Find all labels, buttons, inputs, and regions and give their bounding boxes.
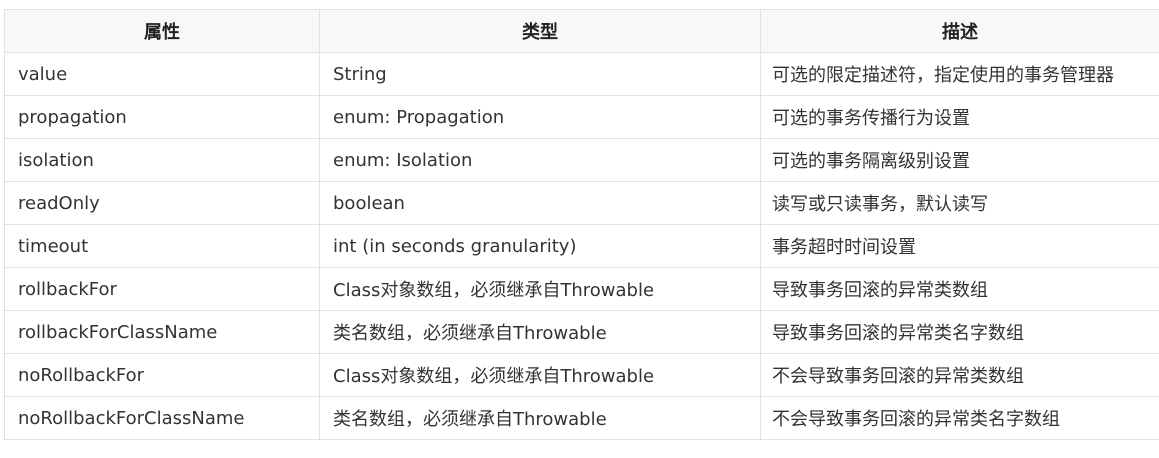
cell-description: 导致事务回滚的异常类数组 [760, 267, 1159, 311]
cell-attribute: noRollbackForClassName [4, 396, 320, 440]
table-row: readOnly boolean 读写或只读事务，默认读写 [4, 181, 1159, 225]
cell-description: 不会导致事务回滚的异常类名字数组 [760, 396, 1159, 440]
cell-description: 可选的限定描述符，指定使用的事务管理器 [760, 52, 1159, 96]
table-row: isolation enum: Isolation 可选的事务隔离级别设置 [4, 138, 1159, 182]
cell-description: 导致事务回滚的异常类名字数组 [760, 310, 1159, 354]
cell-description: 读写或只读事务，默认读写 [760, 181, 1159, 225]
cell-type: int (in seconds granularity) [319, 224, 761, 268]
header-type: 类型 [319, 9, 761, 53]
table-row: noRollbackForClassName 类名数组，必须继承自Throwab… [4, 396, 1159, 440]
cell-type: String [319, 52, 761, 96]
cell-type: 类名数组，必须继承自Throwable [319, 396, 761, 440]
cell-description: 可选的事务传播行为设置 [760, 95, 1159, 139]
cell-attribute: isolation [4, 138, 320, 182]
table-row: rollbackFor Class对象数组，必须继承自Throwable 导致事… [4, 267, 1159, 311]
cell-type: boolean [319, 181, 761, 225]
transaction-attributes-table-container: 属性 类型 描述 value String 可选的限定描述符，指定使用的事务管理… [4, 9, 1159, 440]
header-description: 描述 [760, 9, 1159, 53]
cell-description: 事务超时时间设置 [760, 224, 1159, 268]
cell-attribute: timeout [4, 224, 320, 268]
cell-description: 可选的事务隔离级别设置 [760, 138, 1159, 182]
table-row: rollbackForClassName 类名数组，必须继承自Throwable… [4, 310, 1159, 354]
header-row: 属性 类型 描述 [4, 9, 1159, 53]
table-row: timeout int (in seconds granularity) 事务超… [4, 224, 1159, 268]
transaction-attributes-table: 属性 类型 描述 value String 可选的限定描述符，指定使用的事务管理… [4, 9, 1159, 440]
table-body: value String 可选的限定描述符，指定使用的事务管理器 propaga… [4, 52, 1159, 440]
cell-attribute: rollbackFor [4, 267, 320, 311]
cell-type: Class对象数组，必须继承自Throwable [319, 353, 761, 397]
table-header: 属性 类型 描述 [4, 9, 1159, 53]
cell-type: Class对象数组，必须继承自Throwable [319, 267, 761, 311]
table-row: propagation enum: Propagation 可选的事务传播行为设… [4, 95, 1159, 139]
table-row: value String 可选的限定描述符，指定使用的事务管理器 [4, 52, 1159, 96]
cell-type: enum: Propagation [319, 95, 761, 139]
cell-attribute: readOnly [4, 181, 320, 225]
cell-attribute: value [4, 52, 320, 96]
table-row: noRollbackFor Class对象数组，必须继承自Throwable 不… [4, 353, 1159, 397]
cell-attribute: rollbackForClassName [4, 310, 320, 354]
cell-description: 不会导致事务回滚的异常类数组 [760, 353, 1159, 397]
cell-attribute: propagation [4, 95, 320, 139]
header-attribute: 属性 [4, 9, 320, 53]
cell-attribute: noRollbackFor [4, 353, 320, 397]
cell-type: enum: Isolation [319, 138, 761, 182]
cell-type: 类名数组，必须继承自Throwable [319, 310, 761, 354]
